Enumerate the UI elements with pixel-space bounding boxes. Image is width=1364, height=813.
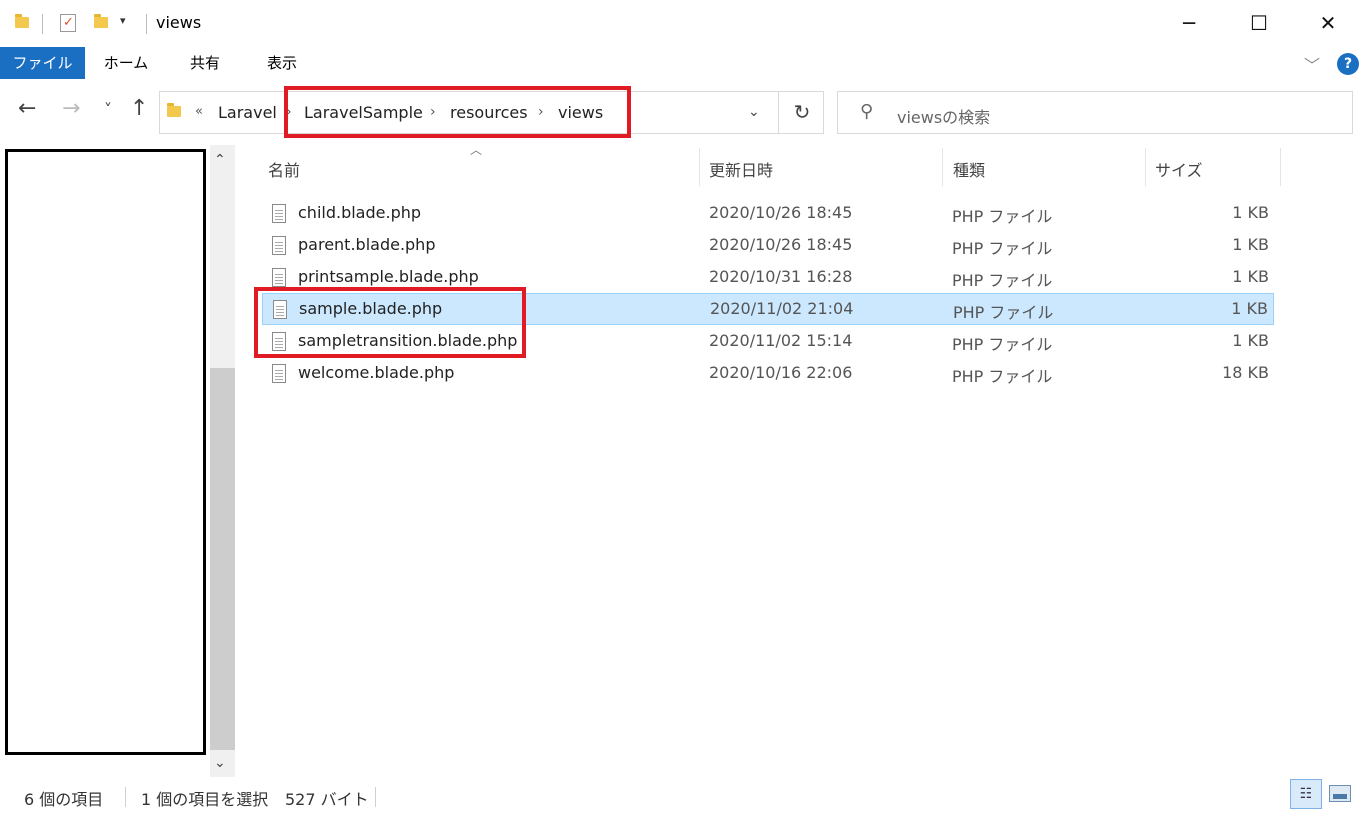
divider xyxy=(375,787,376,807)
status-selection: 1 個の項目を選択 xyxy=(141,790,269,809)
file-row[interactable]: parent.blade.php 2020/10/26 18:45 PHP ファ… xyxy=(262,230,1274,262)
back-button[interactable]: ← xyxy=(18,96,36,121)
search-placeholder: viewsの検索 xyxy=(897,108,991,127)
refresh-button[interactable]: ↻ xyxy=(778,92,825,133)
details-view-icon[interactable]: ☷ xyxy=(1290,779,1322,809)
column-header-name[interactable]: 名前 xyxy=(268,157,300,181)
divider xyxy=(42,14,43,34)
maximize-button[interactable]: ☐ xyxy=(1236,0,1282,46)
ribbon-expand-icon[interactable]: ﹀ xyxy=(1304,52,1320,76)
address-dropdown-icon[interactable]: ⌄ xyxy=(748,104,760,120)
file-name: welcome.blade.php xyxy=(298,363,455,382)
file-size: 1 KB xyxy=(1232,331,1269,350)
column-divider[interactable] xyxy=(1280,148,1281,186)
breadcrumb-laravel[interactable]: Laravel xyxy=(218,103,277,122)
status-item-count: 6 個の項目 xyxy=(24,790,104,809)
scroll-down-icon[interactable]: ⌄ xyxy=(214,755,226,771)
new-folder-icon[interactable] xyxy=(94,14,108,28)
file-name: child.blade.php xyxy=(298,203,422,222)
php-file-icon xyxy=(272,204,286,223)
properties-icon[interactable]: ✓ xyxy=(60,14,76,32)
tab-share[interactable]: 共有 xyxy=(175,47,235,79)
close-button[interactable]: ✕ xyxy=(1305,0,1351,46)
column-header-type[interactable]: 種類 xyxy=(953,157,985,181)
file-modified: 2020/10/26 18:45 xyxy=(709,203,853,222)
recent-locations-icon[interactable]: ˅ xyxy=(104,100,112,119)
up-button[interactable]: ↑ xyxy=(130,96,148,121)
tab-home[interactable]: ホーム xyxy=(93,47,159,79)
tab-view[interactable]: 表示 xyxy=(252,47,312,79)
file-type: PHP ファイル xyxy=(952,271,1053,290)
file-modified: 2020/11/02 21:04 xyxy=(710,299,854,318)
file-name: printsample.blade.php xyxy=(298,267,479,286)
file-type: PHP ファイル xyxy=(952,207,1053,226)
divider xyxy=(125,787,126,807)
annotation-highlight-path xyxy=(284,86,631,138)
overflow-icon[interactable]: « xyxy=(195,104,203,119)
file-modified: 2020/10/26 18:45 xyxy=(709,235,853,254)
file-name: parent.blade.php xyxy=(298,235,436,254)
file-size: 1 KB xyxy=(1231,299,1268,318)
status-selection-size: 527 バイト xyxy=(285,790,369,809)
file-size: 1 KB xyxy=(1232,235,1269,254)
column-header-size[interactable]: サイズ xyxy=(1155,157,1203,181)
file-size: 18 KB xyxy=(1222,363,1269,382)
file-size: 1 KB xyxy=(1232,267,1269,286)
file-row[interactable]: welcome.blade.php 2020/10/16 22:06 PHP フ… xyxy=(262,358,1274,390)
file-size: 1 KB xyxy=(1232,203,1269,222)
file-modified: 2020/10/31 16:28 xyxy=(709,267,853,286)
folder-icon xyxy=(167,103,181,117)
file-modified: 2020/10/16 22:06 xyxy=(709,363,853,382)
minimize-button[interactable]: ─ xyxy=(1166,0,1212,46)
window-title: views xyxy=(156,13,202,32)
file-type: PHP ファイル xyxy=(952,239,1053,258)
quick-access-dropdown-icon[interactable]: ▾ xyxy=(120,14,126,27)
file-type: PHP ファイル xyxy=(952,335,1053,354)
file-type: PHP ファイル xyxy=(952,367,1053,386)
file-type: PHP ファイル xyxy=(953,303,1054,322)
nav-scrollbar-thumb[interactable] xyxy=(210,368,235,750)
annotation-highlight-files xyxy=(254,287,526,358)
column-header-modified[interactable]: 更新日時 xyxy=(709,157,773,181)
redacted-area xyxy=(5,149,206,755)
help-icon[interactable]: ? xyxy=(1337,53,1359,75)
file-row[interactable]: child.blade.php 2020/10/26 18:45 PHP ファイ… xyxy=(262,198,1274,230)
tab-file[interactable]: ファイル xyxy=(0,47,85,79)
column-divider[interactable] xyxy=(699,148,700,186)
php-file-icon xyxy=(272,364,286,383)
sort-ascending-icon: ︿ xyxy=(470,143,483,157)
large-icons-view-icon[interactable] xyxy=(1329,785,1351,802)
checkmark-icon: ✓ xyxy=(63,15,74,30)
scroll-up-icon[interactable]: ⌃ xyxy=(214,152,226,168)
folder-icon xyxy=(15,14,29,28)
search-icon: ⚲ xyxy=(860,101,874,122)
column-divider[interactable] xyxy=(1145,148,1146,186)
file-modified: 2020/11/02 15:14 xyxy=(709,331,853,350)
forward-button[interactable]: → xyxy=(62,96,80,121)
divider xyxy=(146,14,147,34)
title-bar xyxy=(0,0,1364,46)
php-file-icon xyxy=(272,268,286,287)
column-divider[interactable] xyxy=(942,148,943,186)
php-file-icon xyxy=(272,236,286,255)
